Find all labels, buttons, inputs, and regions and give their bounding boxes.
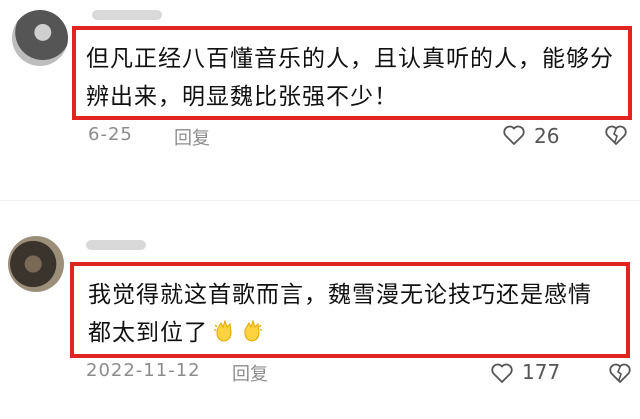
broken-heart-icon[interactable] (608, 362, 632, 384)
avatar[interactable] (8, 236, 64, 292)
comment-date: 2022-11-12 (86, 360, 201, 381)
heart-icon[interactable] (502, 124, 526, 146)
comment-text-highlighted: 但凡正经八百懂音乐的人，且认真听的人，能够分辨出来，明显魏比张强不少！ (72, 26, 632, 120)
clap-icon (214, 319, 232, 342)
clap-icon (244, 319, 262, 342)
like-count: 26 (534, 124, 560, 148)
avatar[interactable] (12, 10, 68, 66)
like-count: 177 (522, 360, 561, 384)
comment-text-highlighted: 我觉得就这首歌而言，魏雪漫无论技巧还是感情都太到位了 (70, 262, 630, 358)
username-redacted (86, 240, 146, 250)
reply-button[interactable]: 回复 (232, 360, 268, 386)
comment-meta: 6-25 回复 26 (88, 124, 640, 150)
username-redacted (92, 10, 162, 20)
divider (0, 200, 640, 201)
broken-heart-icon[interactable] (604, 124, 628, 146)
reply-button[interactable]: 回复 (174, 124, 210, 150)
heart-icon[interactable] (490, 362, 514, 384)
comment-date: 6-25 (88, 124, 133, 145)
comment-meta: 2022-11-12 回复 177 (86, 360, 640, 386)
comment-text: 我觉得就这首歌而言，魏雪漫无论技巧还是感情都太到位了 (88, 282, 592, 346)
comment-text: 但凡正经八百懂音乐的人，且认真听的人，能够分辨出来，明显魏比张强不少！ (86, 46, 614, 110)
comment-item: 我觉得就这首歌而言，魏雪漫无论技巧还是感情都太到位了 2022-11-12 回复… (0, 222, 640, 419)
comment-item: 但凡正经八百懂音乐的人，且认真听的人，能够分辨出来，明显魏比张强不少！ 6-25… (0, 0, 640, 160)
